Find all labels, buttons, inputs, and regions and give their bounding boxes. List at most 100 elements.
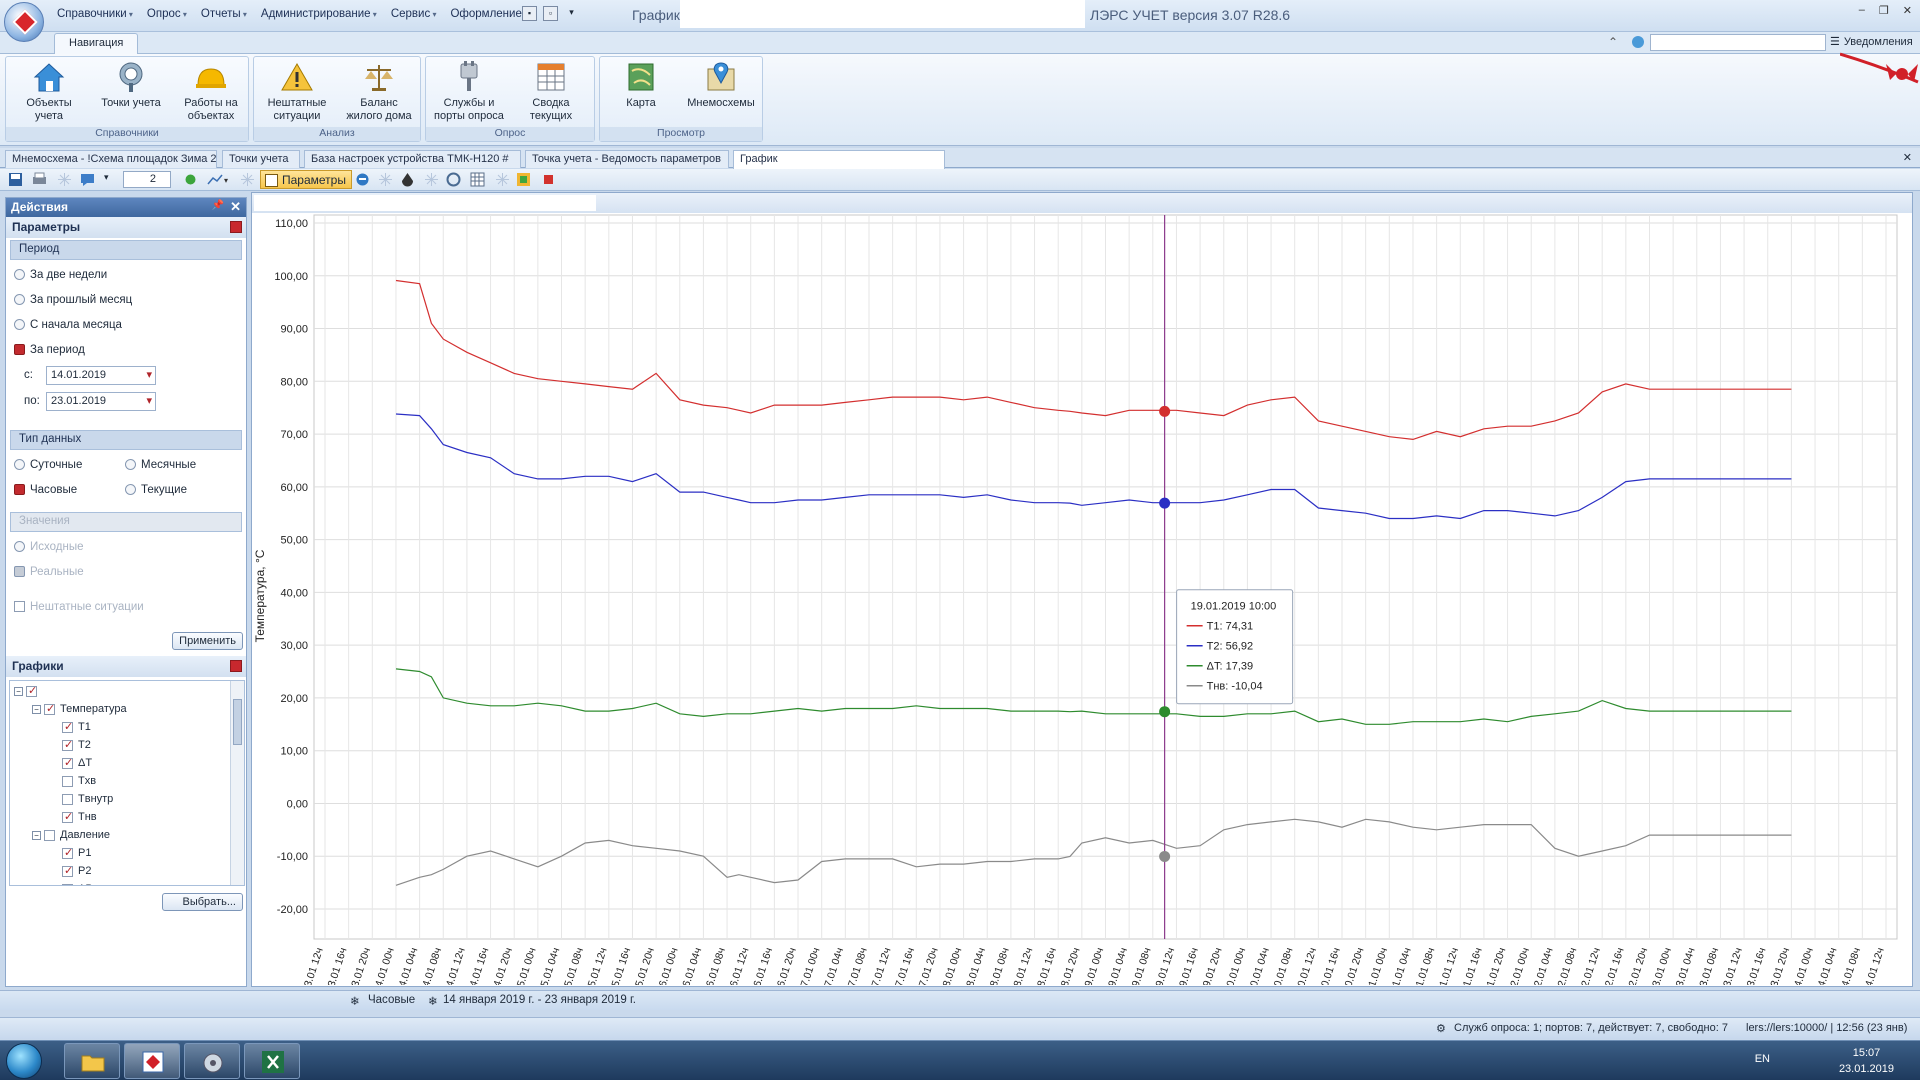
- checkbox-icon[interactable]: [26, 684, 37, 697]
- tab-device-settings[interactable]: База настроек устройства ТМК-Н120 #: [304, 150, 521, 168]
- tree-scrollbar[interactable]: [230, 681, 244, 885]
- expander-icon[interactable]: −: [32, 704, 41, 714]
- print-icon[interactable]: [32, 172, 47, 187]
- chart-type-icon[interactable]: ▾: [207, 172, 231, 187]
- ribbon-collapse-icon[interactable]: ⌃: [1608, 35, 1618, 49]
- checkbox-icon[interactable]: [62, 810, 73, 823]
- menu-administration[interactable]: Администрирование: [254, 8, 384, 20]
- tab-point-params[interactable]: Точка учета - Ведомость параметров: [525, 150, 729, 168]
- abnormal-button[interactable]: Нештатные ситуации: [260, 61, 334, 123]
- close-icon[interactable]: ✕: [230, 199, 241, 215]
- tree-item[interactable]: P1: [10, 844, 244, 862]
- menu-directories[interactable]: Справочники: [50, 8, 140, 20]
- menu-reports[interactable]: Отчеты: [194, 8, 254, 20]
- data-type-monthly[interactable]: Месячные: [117, 452, 228, 477]
- tree-item[interactable]: T2: [10, 736, 244, 754]
- tree-item[interactable]: Tнв: [10, 808, 244, 826]
- apply-button[interactable]: Применить: [172, 632, 243, 650]
- data-type-label: Месячные: [141, 458, 197, 471]
- tab-mnemo[interactable]: Мнемосхема - !Схема площадок Зима 2(: [5, 150, 217, 168]
- works-button[interactable]: Работы на объектах: [174, 61, 248, 123]
- maximize-icon[interactable]: ❐: [1879, 4, 1889, 17]
- points-button[interactable]: Точки учета: [94, 61, 168, 110]
- services-button[interactable]: Службы и порты опроса: [432, 61, 506, 123]
- period-month-start[interactable]: С начала месяца: [6, 312, 246, 337]
- taskbar-lers[interactable]: [124, 1043, 180, 1079]
- tree-item[interactable]: ΔP: [10, 880, 244, 885]
- balance-button[interactable]: Баланс жилого дома: [342, 61, 416, 123]
- start-button[interactable]: [6, 1043, 42, 1079]
- checkbox-icon[interactable]: [62, 720, 73, 733]
- customize-icon[interactable]: ▾: [564, 6, 579, 21]
- map-button[interactable]: Карта: [604, 61, 678, 110]
- scale-number-input[interactable]: 2: [123, 171, 171, 188]
- period-custom[interactable]: За период: [6, 337, 246, 362]
- dropdown-icon[interactable]: ▾: [104, 172, 119, 187]
- tree-item[interactable]: P2: [10, 862, 244, 880]
- summary-button[interactable]: Сводка текущих: [514, 61, 588, 123]
- tab-chart[interactable]: График: [733, 150, 945, 169]
- ribbon-search-input[interactable]: [1650, 34, 1826, 51]
- data-type-hourly[interactable]: Часовые: [6, 477, 117, 502]
- checkbox-icon[interactable]: [44, 829, 55, 841]
- tab-points[interactable]: Точки учета: [222, 150, 300, 168]
- tree-item[interactable]: − Давление: [10, 826, 244, 844]
- checkbox-icon[interactable]: [62, 793, 73, 805]
- parameters-toggle-button[interactable]: Параметры: [260, 170, 352, 189]
- tree-item[interactable]: ΔT: [10, 754, 244, 772]
- minimize-icon[interactable]: –: [1859, 4, 1865, 17]
- taskbar-media[interactable]: [184, 1043, 240, 1079]
- close-tab-icon[interactable]: ✕: [1903, 151, 1912, 164]
- choose-button[interactable]: Выбрать...: [161, 893, 243, 911]
- checkbox-icon[interactable]: [62, 756, 73, 769]
- save-icon[interactable]: [8, 172, 23, 187]
- collapse-icon[interactable]: [230, 221, 242, 233]
- print-icon[interactable]: ▫: [543, 6, 558, 21]
- checkbox-icon[interactable]: [62, 846, 73, 859]
- taskbar-explorer[interactable]: [64, 1043, 120, 1079]
- period-last-month[interactable]: За прошлый месяц: [6, 287, 246, 312]
- language-indicator[interactable]: EN: [1755, 1053, 1770, 1065]
- tree-item[interactable]: T1: [10, 718, 244, 736]
- collapse-icon[interactable]: [230, 660, 242, 672]
- menu-polling[interactable]: Опрос: [140, 8, 194, 20]
- message-icon[interactable]: [80, 172, 95, 187]
- tab-navigation[interactable]: Навигация: [54, 33, 139, 54]
- checkbox-icon[interactable]: [62, 883, 73, 885]
- data-type-current[interactable]: Текущие: [117, 477, 228, 502]
- menu-service[interactable]: Сервис: [384, 8, 444, 20]
- mnemo-button[interactable]: Мнемосхемы: [684, 61, 758, 110]
- tree-item[interactable]: Tхв: [10, 772, 244, 790]
- scroll-thumb[interactable]: [233, 699, 242, 745]
- checkbox-icon[interactable]: [62, 775, 73, 787]
- save-icon[interactable]: ▪: [522, 6, 537, 21]
- temperature-chart[interactable]: 110,00 100,00 90,00 80,00 70,00 60,00 50,00 40,…: [252, 213, 1912, 985]
- pin-icon[interactable]: 📌: [212, 200, 224, 211]
- sync-icon[interactable]: [355, 172, 370, 187]
- abnormal-checkbox[interactable]: Нештатные ситуации: [6, 594, 246, 619]
- date-to-field[interactable]: 23.01.2019: [46, 391, 156, 411]
- checkbox-icon[interactable]: [62, 864, 73, 877]
- fill-icon[interactable]: [400, 172, 415, 187]
- expander-icon[interactable]: −: [14, 686, 23, 696]
- zoom-icon[interactable]: [446, 172, 461, 187]
- taskbar-excel[interactable]: [244, 1043, 300, 1079]
- data-type-daily[interactable]: Суточные: [6, 452, 117, 477]
- period-two-weeks[interactable]: За две недели: [6, 262, 246, 287]
- tree-item[interactable]: − Температура: [10, 700, 244, 718]
- grid-icon[interactable]: [470, 172, 485, 187]
- notifications-button[interactable]: ☰ Уведомления: [1830, 35, 1913, 49]
- expander-icon[interactable]: −: [32, 830, 41, 840]
- clock[interactable]: 15:07 23.01.2019: [1839, 1045, 1894, 1077]
- checkbox-icon[interactable]: [62, 738, 73, 751]
- tree-item[interactable]: Tвнутр: [10, 790, 244, 808]
- start-icon[interactable]: [516, 172, 531, 187]
- date-from-field[interactable]: 14.01.2019: [46, 365, 156, 385]
- close-icon[interactable]: ✕: [1903, 4, 1912, 17]
- objects-button[interactable]: Объекты учета: [12, 61, 86, 123]
- stop-icon[interactable]: [541, 172, 556, 187]
- tree-item[interactable]: −: [10, 682, 244, 700]
- checkbox-icon[interactable]: [44, 702, 55, 715]
- refresh-green-icon[interactable]: [183, 172, 198, 187]
- app-logo-button[interactable]: [4, 2, 44, 42]
